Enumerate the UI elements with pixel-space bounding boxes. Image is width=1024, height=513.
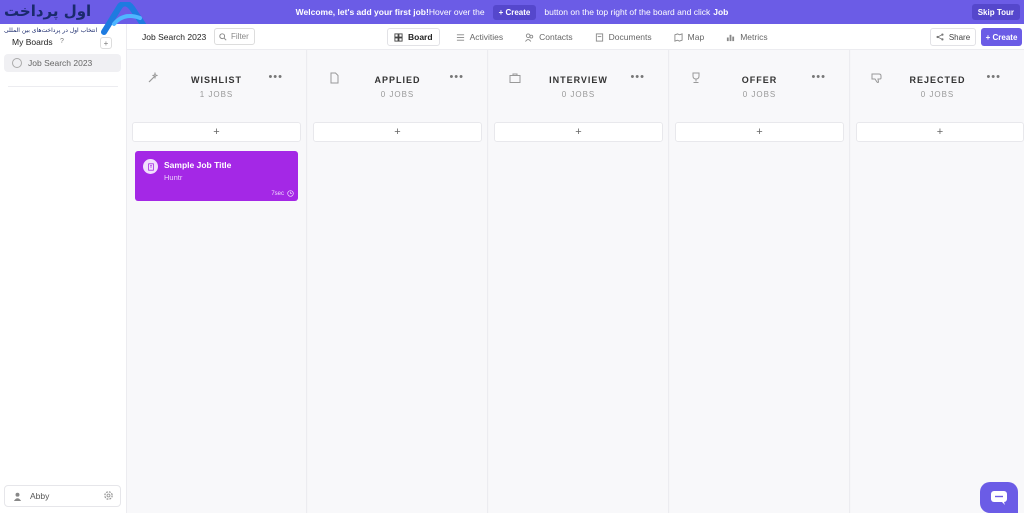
tab-documents[interactable]: Documents: [589, 28, 658, 46]
tab-label: Board: [408, 32, 433, 42]
user-icon: [13, 492, 22, 501]
board-tabs: Board Activities Contacts Documents Map …: [387, 28, 784, 46]
user-menu[interactable]: Abby: [4, 485, 121, 507]
tab-board[interactable]: Board: [387, 28, 440, 46]
contacts-icon: [525, 32, 534, 42]
job-title: Sample Job Title: [164, 160, 232, 170]
filter-placeholder: Filter: [231, 32, 249, 41]
grid-icon: [394, 32, 403, 42]
banner-rest-text: button on the top right of the board and…: [544, 7, 711, 17]
add-board-button[interactable]: +: [100, 37, 112, 49]
sidebar-divider: [8, 86, 118, 87]
tab-metrics[interactable]: Metrics: [720, 28, 773, 46]
board-toolbar: Job Search 2023 Filter Board Activities …: [127, 24, 1024, 50]
tab-map[interactable]: Map: [668, 28, 711, 46]
column-menu-button[interactable]: •••: [449, 71, 464, 83]
board-title[interactable]: Job Search 2023: [142, 32, 206, 42]
tour-banner: Welcome, let's add your first job! Hover…: [0, 0, 1024, 24]
column-menu-button[interactable]: •••: [630, 71, 645, 83]
column-applied: APPLIED ••• 0 JOBS +: [308, 50, 488, 513]
tab-label: Map: [687, 32, 705, 42]
add-job-button[interactable]: +: [856, 122, 1024, 142]
column-menu-button[interactable]: •••: [811, 71, 826, 83]
help-icon[interactable]: ?: [60, 38, 64, 45]
filter-input[interactable]: Filter: [214, 28, 255, 45]
documents-icon: [595, 32, 603, 42]
column-wishlist: WISHLIST ••• 1 JOBS + Sample Job Title H…: [127, 50, 307, 513]
add-job-button[interactable]: +: [313, 122, 482, 142]
bar-chart-icon: [727, 34, 735, 41]
map-icon: [674, 32, 683, 42]
tab-label: Documents: [608, 32, 652, 42]
logo-text: اول پرداخت: [4, 2, 92, 20]
clock-icon: [287, 190, 294, 197]
board-icon: [12, 58, 22, 68]
tab-label: Metrics: [740, 32, 768, 42]
job-time-label: 7sec: [271, 190, 284, 197]
column-count: 0 JOBS: [742, 90, 777, 99]
logo-tagline: انتخاب اول در پرداخت‌های بین المللی: [4, 27, 98, 34]
create-button[interactable]: + Create: [981, 28, 1022, 46]
tab-label: Contacts: [539, 32, 573, 42]
chat-icon: [991, 490, 1007, 505]
chat-button[interactable]: [980, 482, 1018, 513]
share-icon: [936, 33, 944, 41]
sidebar-item-job-search-2023[interactable]: Job Search 2023: [4, 54, 121, 72]
job-timestamp: 7sec: [271, 190, 294, 197]
job-card[interactable]: Sample Job Title Huntr 7sec: [135, 151, 298, 201]
column-menu-button[interactable]: •••: [268, 71, 283, 83]
column-rejected: REJECTED ••• 0 JOBS +: [851, 50, 1024, 513]
search-icon: [219, 32, 227, 41]
job-company: Huntr: [164, 173, 183, 182]
tab-activities[interactable]: Activities: [450, 28, 510, 46]
add-job-button[interactable]: +: [494, 122, 663, 142]
tab-contacts[interactable]: Contacts: [519, 28, 579, 46]
add-job-button[interactable]: +: [132, 122, 301, 142]
list-icon: [456, 33, 464, 41]
tab-label: Activities: [469, 32, 504, 42]
column-count: 0 JOBS: [561, 90, 596, 99]
column-offer: OFFER ••• 0 JOBS +: [670, 50, 850, 513]
column-count: 0 JOBS: [380, 90, 415, 99]
banner-welcome: Welcome, let's add your first job!: [295, 7, 429, 17]
banner-create-pill: + Create: [492, 4, 537, 20]
banner-job-text: Job: [713, 7, 729, 17]
gear-icon[interactable]: [103, 490, 114, 501]
column-interview: INTERVIEW ••• 0 JOBS +: [489, 50, 669, 513]
sidebar: My Boards ? + Job Search 2023 Abby: [0, 24, 127, 513]
column-count: 1 JOBS: [199, 90, 234, 99]
share-label: Share: [948, 32, 971, 42]
user-name: Abby: [30, 491, 50, 501]
add-job-button[interactable]: +: [675, 122, 844, 142]
banner-hover-text: Hover over the: [428, 7, 485, 17]
company-logo: [143, 159, 158, 174]
kanban-board: WISHLIST ••• 1 JOBS + Sample Job Title H…: [127, 50, 1024, 513]
my-boards-heading: My Boards: [12, 37, 53, 47]
column-menu-button[interactable]: •••: [986, 71, 1001, 83]
sidebar-item-label: Job Search 2023: [28, 58, 93, 68]
share-button[interactable]: Share: [930, 28, 976, 46]
column-count: 0 JOBS: [920, 90, 955, 99]
building-icon: [147, 162, 154, 171]
skip-tour-button[interactable]: Skip Tour: [971, 4, 1020, 20]
